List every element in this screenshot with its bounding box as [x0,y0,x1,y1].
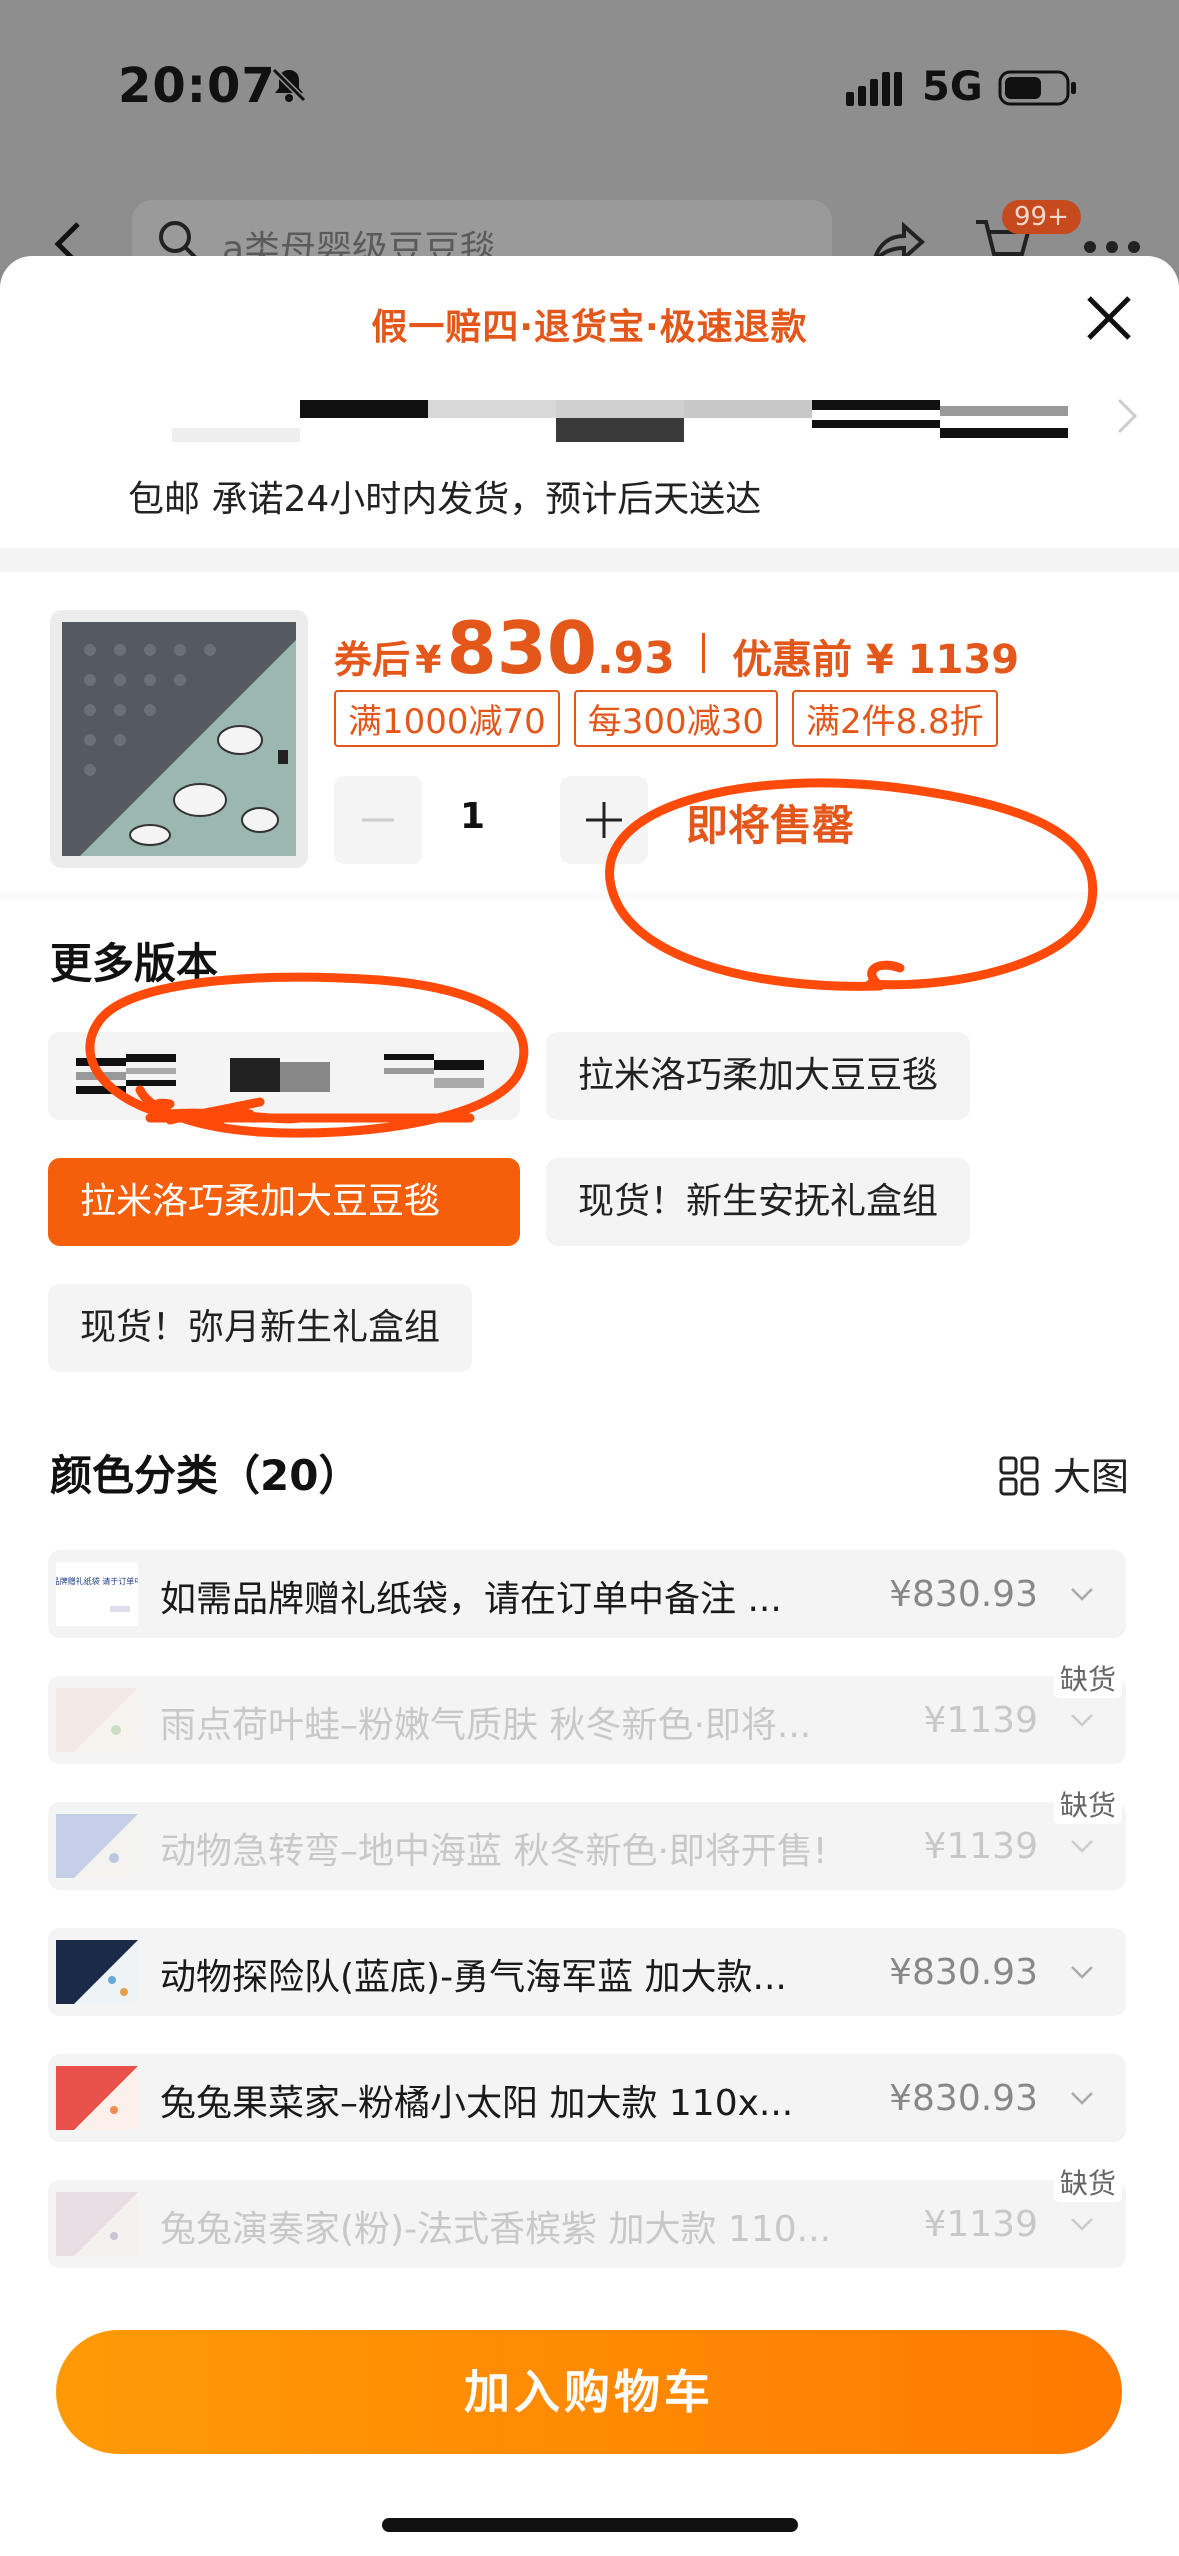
color-price: ¥830.93 [889,2078,1038,2119]
quantity-value[interactable]: 1 [460,796,485,837]
blanket-navy-image [56,1940,138,2004]
versions-title: 更多版本 [50,939,219,988]
colors-title: 颜色分类（20） [50,1451,361,1500]
version-option[interactable]: 现货！弥月新生礼盒组 [48,1284,473,1372]
promo-tag: 满2件8.8折 [791,690,998,747]
stock-status: 即将售罄 [686,801,855,850]
version-option-selected[interactable]: 拉米洛巧柔加大豆豆毯 [48,1158,520,1246]
blanket-blue-image [56,1814,138,1878]
color-price: ¥830.93 [889,1952,1038,1993]
color-name: 如需品牌赠礼纸袋，请在订单中备注 ... [160,1579,782,1620]
color-thumbnail [56,1814,138,1878]
plus-icon [586,802,622,838]
color-price: ¥1139 [923,1826,1038,1867]
price-decimal: .93 [596,633,675,684]
color-option[interactable]: 兔兔果菜家–粉橘小太阳 加大款 110x... ¥830.93 [48,2054,1126,2142]
blanket-image [50,610,308,868]
more-icon[interactable] [1082,240,1142,254]
color-option-disabled[interactable]: 兔兔演奏家(粉)-法式香槟紫 加大款 110... ¥1139 缺货 [48,2162,1126,2268]
out-of-stock-badge: 缺货 [1053,1658,1122,1698]
original-price: 优惠前 ¥ 1139 [732,637,1020,683]
cart-badge: 99+ [1002,200,1081,234]
svg-text:如需品牌赠礼纸袋 请于订单中备注: 如需品牌赠礼纸袋 请于订单中备注 [56,1576,138,1586]
close-icon[interactable] [1083,292,1135,344]
signal-icon [846,72,902,106]
chevron-down-icon [1071,1588,1093,1601]
color-name: 动物探险队(蓝底)-勇气海军蓝 加大款... [160,1957,787,1998]
section-divider [0,892,1179,900]
chevron-down-icon [1071,1966,1093,1979]
color-price: ¥830.93 [889,1574,1038,1615]
blanket-lilac-image [56,2192,138,2256]
network-type: 5G [922,64,983,110]
chevron-down-icon [1071,2092,1093,2105]
color-thumbnail [56,2066,138,2130]
color-option-disabled[interactable]: 动物急转弯–地中海蓝 秋冬新色·即将开售! ¥1139 缺货 [48,1784,1126,1890]
color-thumbnail [56,2192,138,2256]
big-view-label: 大图 [1052,1455,1129,1499]
color-price: ¥1139 [923,2204,1038,2245]
out-of-stock-badge: 缺货 [1053,1784,1122,1824]
promo-tag: 每300减30 [573,690,778,747]
big-view-toggle[interactable]: 大图 [999,1446,1129,1501]
redacted-version-label [76,1054,484,1094]
add-to-cart-button[interactable]: 加入购物车 [56,2330,1122,2454]
status-bar: 20:07 5G [0,58,1179,118]
color-thumbnail [56,1940,138,2004]
color-option[interactable]: 动物探险队(蓝底)-勇气海军蓝 加大款... ¥830.93 [48,1928,1126,2016]
version-option[interactable]: 现货！新生安抚礼盒组 [546,1158,971,1246]
version-option[interactable] [48,1032,520,1120]
color-thumbnail: 如需品牌赠礼纸袋 请于订单中备注 [36,1562,158,1626]
increase-button[interactable] [560,776,648,864]
currency-symbol: ¥ [415,638,442,682]
sku-selection-sheet: 假一赔四·退货宝·极速退款 包邮 承诺24小时内发货，预计后天送达 券后 ¥ 8… [0,256,1179,2556]
blanket-pink-image [56,1688,138,1752]
product-thumbnail[interactable] [50,610,308,868]
home-indicator[interactable] [382,2518,798,2532]
color-name: 雨点荷叶蛙–粉嫩气质肤 秋冬新色·即将... [160,1705,812,1746]
status-time: 20:07 [118,58,276,114]
chevron-right-icon[interactable] [1115,396,1139,436]
promo-tag: 满1000减70 [334,690,560,747]
color-price: ¥1139 [923,1700,1038,1741]
price-line: 券后 ¥ 830.93 优惠前 ¥ 1139 [334,606,1020,690]
chevron-down-icon [1071,1714,1093,1727]
minus-icon [362,818,394,822]
color-name: 动物急转弯–地中海蓝 秋冬新色·即将开售! [160,1831,828,1872]
version-option[interactable]: 拉米洛巧柔加大豆豆毯 [546,1032,971,1120]
blanket-coral-image [56,2066,138,2130]
shipping-info: 包邮 承诺24小时内发货，预计后天送达 [128,479,762,520]
price-integer: 830 [446,606,597,690]
color-thumbnail [56,1688,138,1752]
section-divider [0,548,1179,572]
guarantee-banner: 假一赔四·退货宝·极速退款 [371,307,808,348]
redacted-address[interactable] [172,398,1068,442]
color-option-disabled[interactable]: 雨点荷叶蛙–粉嫩气质肤 秋冬新色·即将... ¥1139 缺货 [48,1658,1126,1764]
color-option[interactable]: 如需品牌赠礼纸袋 请于订单中备注 如需品牌赠礼纸袋，请在订单中备注 ... ¥8… [36,1550,1126,1638]
gift-bag-note-image: 如需品牌赠礼纸袋 请于订单中备注 [36,1562,158,1626]
out-of-stock-badge: 缺货 [1053,2162,1122,2202]
grid-icon [999,1456,1039,1496]
price-label: 券后 [334,638,411,682]
chevron-down-icon [1071,2218,1093,2231]
color-name: 兔兔演奏家(粉)-法式香槟紫 加大款 110... [160,2209,832,2250]
decrease-button[interactable] [334,776,422,864]
chevron-down-icon [1071,1840,1093,1853]
battery-icon [998,70,1076,106]
promo-tags: 满1000减70 每300减30 满2件8.8折 [334,690,1012,747]
price-separator [702,633,705,673]
color-name: 兔兔果菜家–粉橘小太阳 加大款 110x... [160,2083,794,2124]
mute-bell-icon [271,67,307,103]
